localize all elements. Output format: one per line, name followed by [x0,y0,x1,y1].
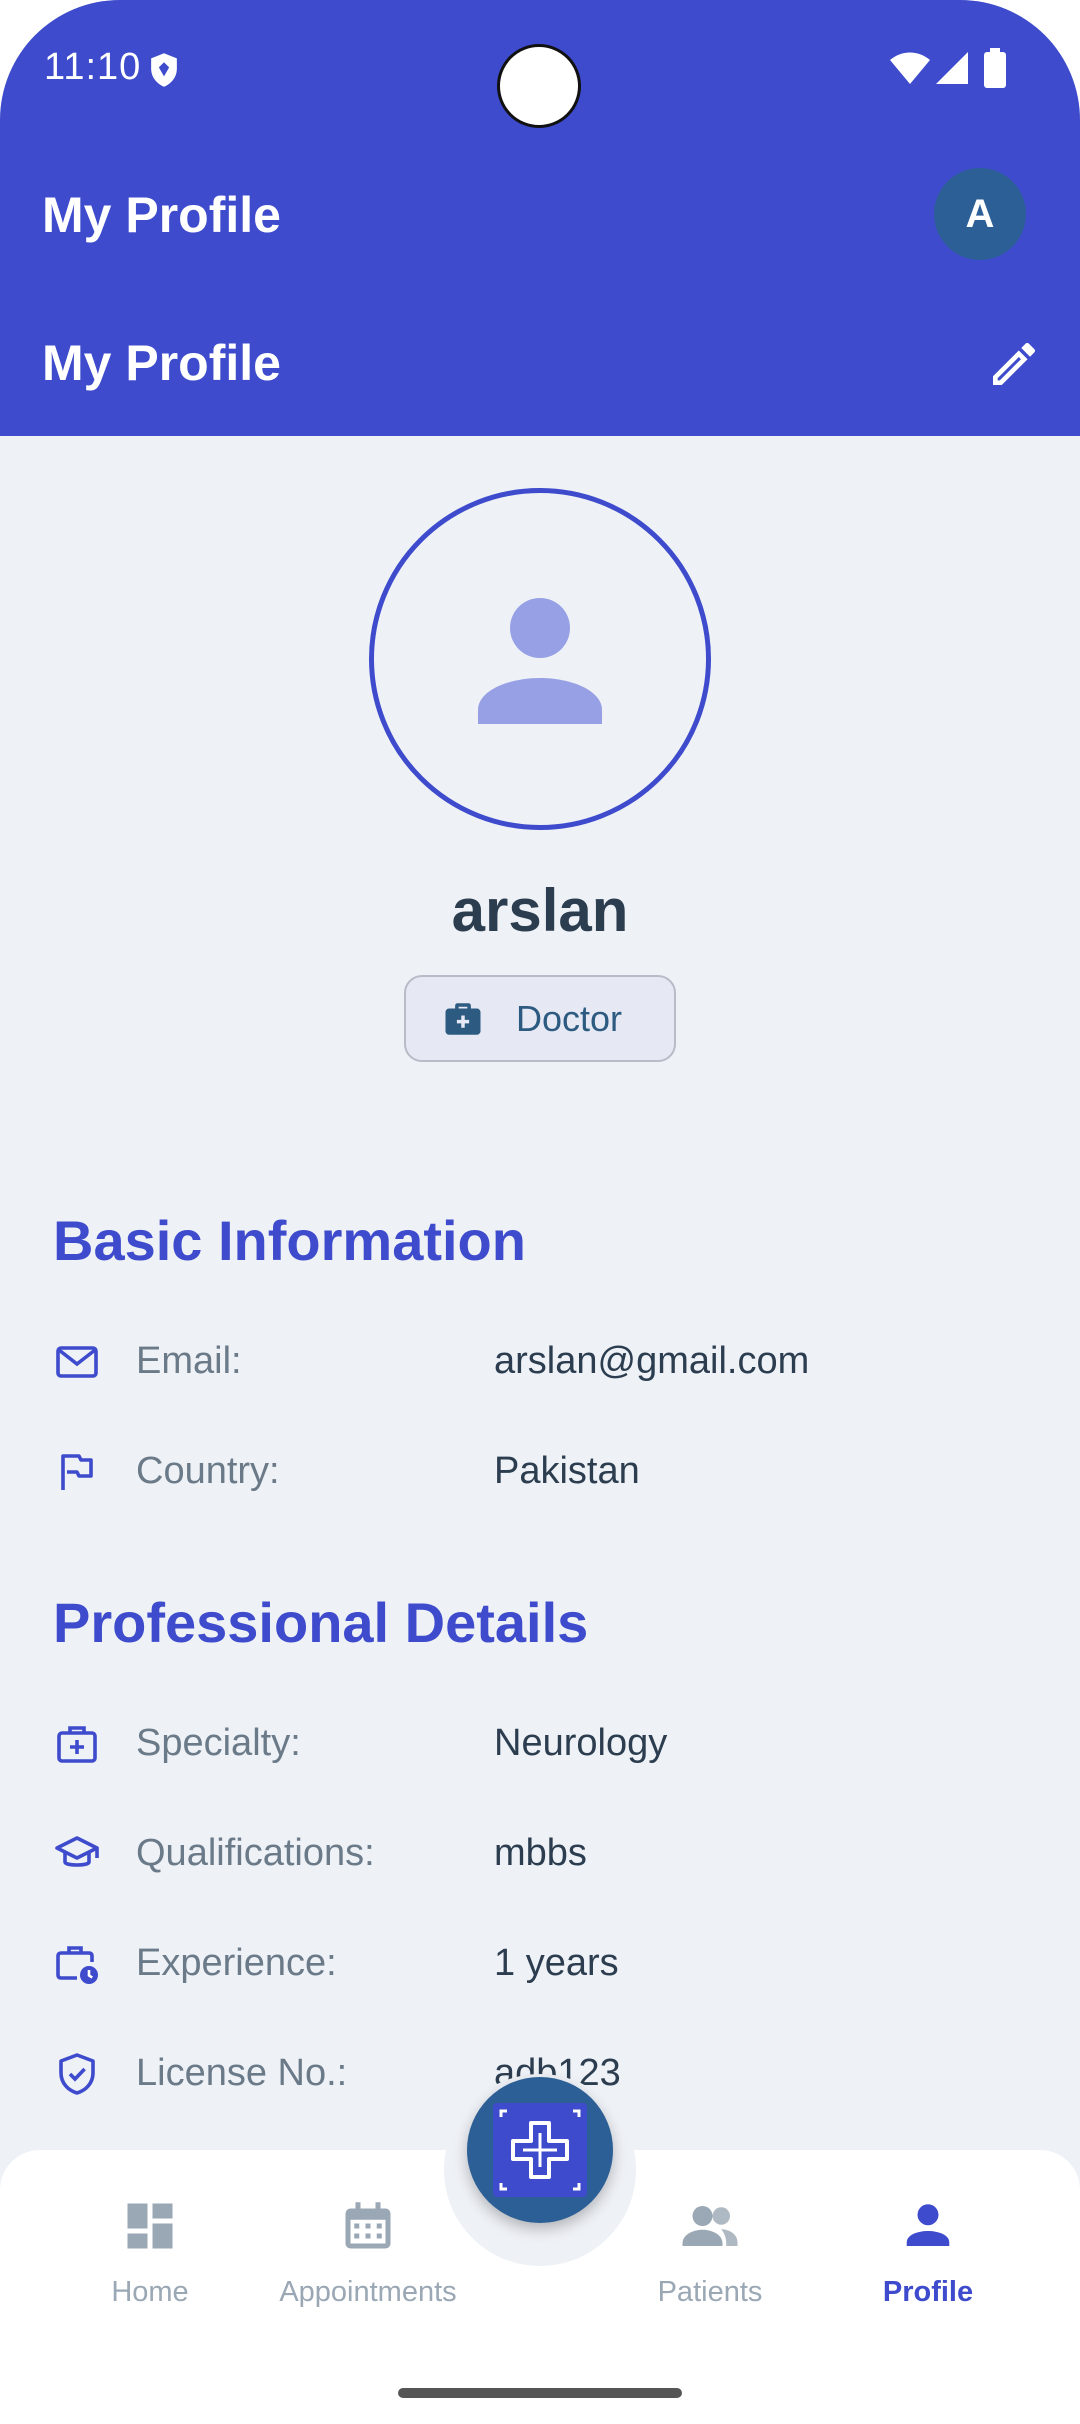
shield-check-icon [59,2053,95,2095]
shield-status-icon [151,53,177,87]
nav-appointments[interactable]: Appointments [258,2196,478,2316]
country-value: Pakistan [494,1450,640,1492]
professional-heading: Professional Details [53,1591,589,1654]
graduation-cap-icon [55,1836,99,1867]
home-indicator[interactable] [398,2388,682,2398]
mail-icon [56,1346,98,1378]
person-placeholder-icon [478,598,602,724]
nav-profile-label: Profile [882,2276,974,2308]
avatar[interactable]: A [934,168,1026,260]
briefcase-clock-icon [56,1946,98,1984]
phone-screen: 11:10 My Profile A My Profile arslan Doc… [0,0,1080,2424]
status-time: 11:10 [44,46,142,88]
country-label: Country: [136,1450,280,1492]
info-row-specialty: Specialty: Neurology [0,1712,1080,1772]
nav-home-label: Home [111,2276,189,2308]
role-badge: Doctor [404,975,676,1062]
camera-cutout [497,44,581,128]
page-title: My Profile [42,335,281,391]
nav-patients-label: Patients [657,2276,763,2308]
people-icon [682,2206,738,2246]
wifi-icon [890,52,930,84]
email-label: Email: [136,1340,242,1382]
header: 11:10 My Profile A My Profile [0,0,1080,436]
license-label: License No.: [136,2052,348,2094]
medical-bag-icon [445,1002,481,1035]
info-row-email: Email: arslan@gmail.com [0,1330,1080,1390]
flag-icon [61,1454,93,1490]
experience-label: Experience: [136,1942,337,1984]
qualifications-label: Qualifications: [136,1832,375,1874]
status-bar: 11:10 [0,0,1080,140]
medical-cross-icon [499,2109,581,2191]
fab-icon-frame [493,2103,587,2197]
basic-info-heading: Basic Information [53,1209,526,1272]
edit-pencil-icon[interactable] [986,336,1042,392]
qualifications-value: mbbs [494,1832,587,1874]
medical-bag-icon [57,1726,97,1763]
app-title: My Profile [42,187,281,243]
nav-profile[interactable]: Profile [818,2196,1038,2316]
nav-home[interactable]: Home [40,2196,260,2316]
dashboard-icon [127,2203,173,2249]
info-row-country: Country: Pakistan [0,1440,1080,1500]
signal-icon [936,52,968,84]
battery-icon [984,48,1006,88]
email-value: arslan@gmail.com [494,1340,810,1382]
medical-fab-button[interactable] [467,2077,613,2223]
person-icon [906,2204,950,2246]
role-label: Doctor [516,997,623,1039]
specialty-value: Neurology [494,1722,668,1764]
nav-patients[interactable]: Patients [600,2196,820,2316]
specialty-label: Specialty: [136,1722,301,1764]
info-row-experience: Experience: 1 years [0,1932,1080,1992]
experience-value: 1 years [494,1942,619,1984]
nav-appointments-label: Appointments [279,2276,457,2308]
user-name: arslan [451,877,629,944]
calendar-icon [345,2202,391,2249]
info-row-qualifications: Qualifications: mbbs [0,1822,1080,1882]
